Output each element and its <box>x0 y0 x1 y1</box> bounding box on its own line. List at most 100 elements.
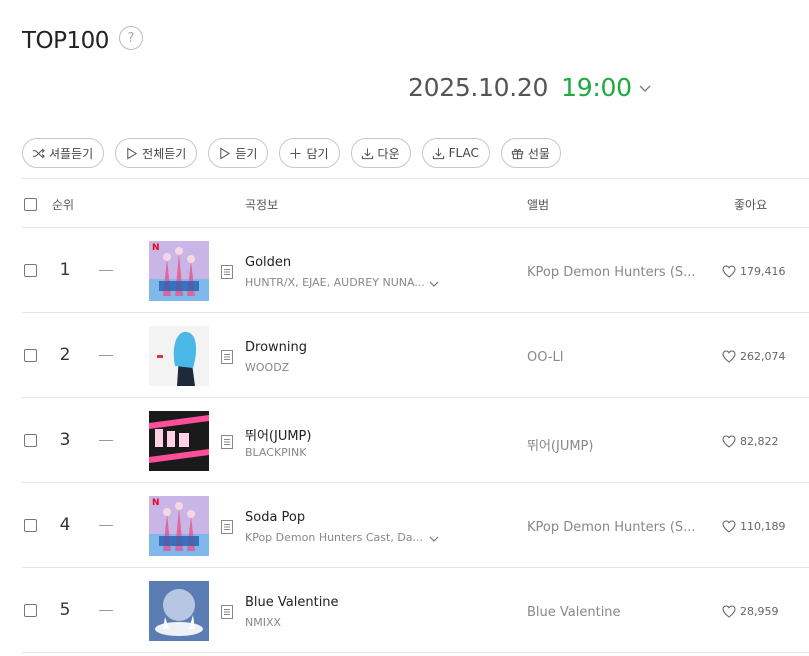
artist-name[interactable]: NMIXX <box>245 616 281 629</box>
flac-label: FLAC <box>448 146 479 160</box>
add-to-playlist-button[interactable]: 담기 <box>279 138 340 168</box>
like-count: 179,416 <box>740 265 786 278</box>
chart-datetime[interactable]: 2025.10.20 19:00 <box>408 73 652 102</box>
like-count: 82,822 <box>740 435 779 448</box>
shuffle-icon <box>32 147 45 159</box>
song-title[interactable]: Golden <box>245 255 291 270</box>
album-cover[interactable] <box>149 326 209 386</box>
play-all-label: 전체듣기 <box>142 146 187 161</box>
chart-time[interactable]: 19:00 <box>561 73 632 102</box>
rank-number: 3 <box>59 430 71 450</box>
play-label: 듣기 <box>235 146 258 161</box>
rank-change-none <box>99 440 113 441</box>
play-icon <box>127 146 138 160</box>
chevron-down-icon[interactable] <box>638 81 652 95</box>
artist-name[interactable]: KPop Demon Hunters Cast, Da... <box>245 531 423 544</box>
rank-number: 5 <box>59 600 71 620</box>
download-button[interactable]: 다운 <box>350 138 411 168</box>
gift-label: 선물 <box>527 146 550 161</box>
song-info-icon[interactable] <box>221 520 233 534</box>
like-count: 110,189 <box>740 520 786 533</box>
rank-number: 4 <box>59 515 71 535</box>
gift-icon <box>511 148 523 159</box>
row-checkbox[interactable] <box>24 434 37 447</box>
artist-name[interactable]: HUNTR/X, EJAE, AUDREY NUNA... <box>245 276 425 289</box>
help-icon[interactable]: ? <box>118 26 143 50</box>
like-button[interactable]: 179,416 <box>722 265 786 278</box>
song-title[interactable]: 뛰어(JUMP) <box>245 425 311 444</box>
plus-icon <box>290 147 302 159</box>
rank-number: 2 <box>59 345 71 365</box>
like-button[interactable]: 110,189 <box>722 520 786 533</box>
album-cover[interactable]: N <box>149 496 209 556</box>
album-cover[interactable] <box>149 411 209 471</box>
song-info-icon[interactable] <box>221 350 233 364</box>
heart-icon <box>722 605 736 618</box>
row-checkbox[interactable] <box>24 519 37 532</box>
album-name[interactable]: 뛰어(JUMP) <box>527 435 593 454</box>
table-row[interactable]: 4 N Soda Pop KPop Demon Hunters Cast, Da… <box>0 483 809 568</box>
chevron-down-icon[interactable] <box>428 278 440 290</box>
song-title[interactable]: Blue Valentine <box>245 595 339 610</box>
song-info-header: 곡정보 <box>245 198 279 212</box>
table-row[interactable]: 3 뛰어(JUMP) BLACKPINK 뛰어(JUMP) 82,822 <box>0 398 809 483</box>
artist-name[interactable]: BLACKPINK <box>245 446 306 459</box>
flac-download-button[interactable]: FLAC <box>421 138 490 168</box>
row-divider <box>22 652 809 653</box>
album-cover[interactable]: N <box>149 241 209 301</box>
action-toolbar: 셔플듣기 전체듣기 듣기 담기 다운 FLAC 선물 <box>22 138 572 168</box>
select-all-checkbox[interactable] <box>24 198 37 211</box>
rank-change-none <box>99 355 113 356</box>
play-all-button[interactable]: 전체듣기 <box>115 138 198 168</box>
rank-change-none <box>99 270 113 271</box>
row-checkbox[interactable] <box>24 604 37 617</box>
chevron-down-icon[interactable] <box>428 533 440 545</box>
like-count: 28,959 <box>740 605 779 618</box>
heart-icon <box>722 435 736 448</box>
shuffle-play-button[interactable]: 셔플듣기 <box>22 138 105 168</box>
like-button[interactable]: 28,959 <box>722 605 779 618</box>
album-header: 앨범 <box>527 198 550 212</box>
download-icon <box>432 147 444 159</box>
song-info-icon[interactable] <box>221 435 233 449</box>
rank-change-none <box>99 525 113 526</box>
like-button[interactable]: 262,074 <box>722 350 786 363</box>
download-label: 다운 <box>377 146 400 161</box>
album-cover[interactable] <box>149 581 209 641</box>
album-name[interactable]: OO-LI <box>527 350 564 365</box>
svg-text:N: N <box>152 243 160 253</box>
rank-change-none <box>99 610 113 611</box>
like-button[interactable]: 82,822 <box>722 435 779 448</box>
add-label: 담기 <box>306 146 329 161</box>
shuffle-play-label: 셔플듣기 <box>49 146 94 161</box>
song-info-icon[interactable] <box>221 265 233 279</box>
song-title[interactable]: Drowning <box>245 340 307 355</box>
heart-icon <box>722 520 736 533</box>
rank-header: 순위 <box>52 198 75 212</box>
download-icon <box>361 147 373 159</box>
page-title: TOP100 <box>22 28 109 54</box>
album-name[interactable]: KPop Demon Hunters (S... <box>527 520 696 535</box>
table-row[interactable]: 5 Blue Valentine NMIXX Blue Valentine 28… <box>0 568 809 653</box>
chart-date: 2025.10.20 <box>408 73 549 102</box>
gift-button[interactable]: 선물 <box>500 138 561 168</box>
heart-icon <box>722 350 736 363</box>
likes-header: 좋아요 <box>734 198 768 212</box>
title-area: TOP100 ? <box>22 26 143 54</box>
divider <box>22 178 809 179</box>
play-icon <box>220 146 231 160</box>
play-button[interactable]: 듣기 <box>208 138 269 168</box>
heart-icon <box>722 265 736 278</box>
album-name[interactable]: Blue Valentine <box>527 605 621 620</box>
artist-name[interactable]: WOODZ <box>245 361 289 374</box>
song-info-icon[interactable] <box>221 605 233 619</box>
like-count: 262,074 <box>740 350 786 363</box>
song-title[interactable]: Soda Pop <box>245 510 305 525</box>
row-checkbox[interactable] <box>24 264 37 277</box>
album-name[interactable]: KPop Demon Hunters (S... <box>527 265 696 280</box>
table-row[interactable]: 1 N Golden HUNTR/X, EJAE, AUDREY NUNA...… <box>0 228 809 313</box>
row-checkbox[interactable] <box>24 349 37 362</box>
table-row[interactable]: 2 Drowning WOODZ OO-LI 262,074 <box>0 313 809 398</box>
rank-number: 1 <box>59 260 71 280</box>
svg-text:N: N <box>152 498 160 508</box>
